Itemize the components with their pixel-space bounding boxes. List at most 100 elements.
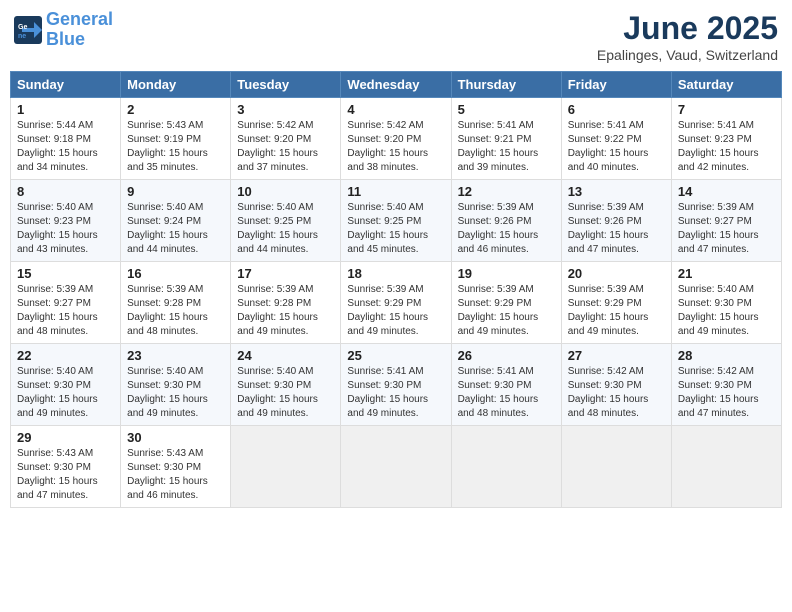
calendar-cell: 23 Sunrise: 5:40 AM Sunset: 9:30 PM Dayli… (121, 344, 231, 426)
day-number: 25 (347, 348, 444, 363)
logo: Ge ne General Blue (14, 10, 113, 50)
day-info: Sunrise: 5:39 AM Sunset: 9:26 PM Dayligh… (568, 201, 665, 257)
calendar-cell: 3Sunrise: 5:42 AM Sunset: 9:20 PM Daylig… (231, 98, 341, 180)
day-number: 10 (237, 184, 334, 199)
day-info: Sunrise: 5:41 AM Sunset: 9:22 PM Dayligh… (568, 119, 665, 175)
day-info: Sunrise: 5:42 AM Sunset: 9:20 PM Dayligh… (347, 119, 444, 175)
calendar-week-4: 22 Sunrise: 5:40 AM Sunset: 9:30 PM Dayli… (11, 344, 782, 426)
calendar-cell: 25Sunrise: 5:41 AM Sunset: 9:30 PM Dayli… (341, 344, 451, 426)
calendar-cell: 8 Sunrise: 5:40 AM Sunset: 9:23 PM Daylig… (11, 180, 121, 262)
calendar-cell: 16Sunrise: 5:39 AM Sunset: 9:28 PM Dayli… (121, 262, 231, 344)
day-number: 9 (127, 184, 224, 199)
calendar-cell (231, 426, 341, 508)
logo-text: General Blue (46, 10, 113, 50)
calendar-cell (451, 426, 561, 508)
day-info: Sunrise: 5:40 AM Sunset: 9:30 PM Dayligh… (127, 365, 224, 421)
page-header: Ge ne General Blue June 2025 Epalinges, … (10, 10, 782, 63)
svg-text:Ge: Ge (18, 24, 27, 31)
day-info: Sunrise: 5:39 AM Sunset: 9:29 PM Dayligh… (347, 283, 444, 339)
day-info: Sunrise: 5:40 AM Sunset: 9:23 PM Dayligh… (17, 201, 114, 257)
day-number: 20 (568, 266, 665, 281)
day-info: Sunrise: 5:44 AM Sunset: 9:18 PM Dayligh… (17, 119, 114, 175)
location-subtitle: Epalinges, Vaud, Switzerland (597, 47, 778, 63)
day-number: 3 (237, 102, 334, 117)
calendar-cell (671, 426, 781, 508)
weekday-header-sunday: Sunday (11, 72, 121, 98)
calendar-cell: 28Sunrise: 5:42 AM Sunset: 9:30 PM Dayli… (671, 344, 781, 426)
day-number: 21 (678, 266, 775, 281)
weekday-header-thursday: Thursday (451, 72, 561, 98)
day-number: 22 (17, 348, 114, 363)
weekday-header-friday: Friday (561, 72, 671, 98)
calendar-cell: 26Sunrise: 5:41 AM Sunset: 9:30 PM Dayli… (451, 344, 561, 426)
calendar-cell: 11Sunrise: 5:40 AM Sunset: 9:25 PM Dayli… (341, 180, 451, 262)
calendar-cell: 27 Sunrise: 5:42 AM Sunset: 9:30 PM Dayli… (561, 344, 671, 426)
weekday-header-wednesday: Wednesday (341, 72, 451, 98)
day-number: 15 (17, 266, 114, 281)
day-info: Sunrise: 5:41 AM Sunset: 9:30 PM Dayligh… (458, 365, 555, 421)
calendar-cell: 5Sunrise: 5:41 AM Sunset: 9:21 PM Daylig… (451, 98, 561, 180)
calendar-cell: 20 Sunrise: 5:39 AM Sunset: 9:29 PM Dayli… (561, 262, 671, 344)
calendar-cell: 12 Sunrise: 5:39 AM Sunset: 9:26 PM Dayli… (451, 180, 561, 262)
calendar-cell: 17 Sunrise: 5:39 AM Sunset: 9:28 PM Dayli… (231, 262, 341, 344)
day-info: Sunrise: 5:39 AM Sunset: 9:27 PM Dayligh… (17, 283, 114, 339)
title-area: June 2025 Epalinges, Vaud, Switzerland (597, 10, 778, 63)
day-info: Sunrise: 5:40 AM Sunset: 9:24 PM Dayligh… (127, 201, 224, 257)
calendar-cell: 15 Sunrise: 5:39 AM Sunset: 9:27 PM Dayli… (11, 262, 121, 344)
day-number: 6 (568, 102, 665, 117)
calendar-cell (341, 426, 451, 508)
day-info: Sunrise: 5:39 AM Sunset: 9:26 PM Dayligh… (458, 201, 555, 257)
day-info: Sunrise: 5:40 AM Sunset: 9:30 PM Dayligh… (17, 365, 114, 421)
weekday-header-saturday: Saturday (671, 72, 781, 98)
day-info: Sunrise: 5:42 AM Sunset: 9:30 PM Dayligh… (678, 365, 775, 421)
day-info: Sunrise: 5:43 AM Sunset: 9:19 PM Dayligh… (127, 119, 224, 175)
day-info: Sunrise: 5:40 AM Sunset: 9:30 PM Dayligh… (678, 283, 775, 339)
day-info: Sunrise: 5:39 AM Sunset: 9:29 PM Dayligh… (568, 283, 665, 339)
day-info: Sunrise: 5:41 AM Sunset: 9:21 PM Dayligh… (458, 119, 555, 175)
calendar-cell: 7Sunrise: 5:41 AM Sunset: 9:23 PM Daylig… (671, 98, 781, 180)
calendar-cell: 13 Sunrise: 5:39 AM Sunset: 9:26 PM Dayli… (561, 180, 671, 262)
day-number: 19 (458, 266, 555, 281)
day-info: Sunrise: 5:39 AM Sunset: 9:29 PM Dayligh… (458, 283, 555, 339)
logo-icon: Ge ne (14, 16, 42, 44)
day-info: Sunrise: 5:43 AM Sunset: 9:30 PM Dayligh… (127, 447, 224, 503)
calendar-cell: 1Sunrise: 5:44 AM Sunset: 9:18 PM Daylig… (11, 98, 121, 180)
calendar-cell: 24 Sunrise: 5:40 AM Sunset: 9:30 PM Dayli… (231, 344, 341, 426)
day-number: 12 (458, 184, 555, 199)
calendar-week-2: 8 Sunrise: 5:40 AM Sunset: 9:23 PM Daylig… (11, 180, 782, 262)
day-info: Sunrise: 5:42 AM Sunset: 9:30 PM Dayligh… (568, 365, 665, 421)
day-number: 30 (127, 430, 224, 445)
day-info: Sunrise: 5:40 AM Sunset: 9:25 PM Dayligh… (347, 201, 444, 257)
calendar-table: SundayMondayTuesdayWednesdayThursdayFrid… (10, 71, 782, 508)
day-info: Sunrise: 5:39 AM Sunset: 9:28 PM Dayligh… (127, 283, 224, 339)
day-number: 27 (568, 348, 665, 363)
day-number: 13 (568, 184, 665, 199)
calendar-cell: 9 Sunrise: 5:40 AM Sunset: 9:24 PM Daylig… (121, 180, 231, 262)
calendar-cell: 29Sunrise: 5:43 AM Sunset: 9:30 PM Dayli… (11, 426, 121, 508)
day-info: Sunrise: 5:41 AM Sunset: 9:23 PM Dayligh… (678, 119, 775, 175)
calendar-cell: 14 Sunrise: 5:39 AM Sunset: 9:27 PM Dayli… (671, 180, 781, 262)
day-number: 24 (237, 348, 334, 363)
day-number: 14 (678, 184, 775, 199)
weekday-header-tuesday: Tuesday (231, 72, 341, 98)
month-title: June 2025 (597, 10, 778, 47)
day-number: 8 (17, 184, 114, 199)
weekday-header-monday: Monday (121, 72, 231, 98)
calendar-cell (561, 426, 671, 508)
day-info: Sunrise: 5:40 AM Sunset: 9:30 PM Dayligh… (237, 365, 334, 421)
day-info: Sunrise: 5:39 AM Sunset: 9:28 PM Dayligh… (237, 283, 334, 339)
day-number: 18 (347, 266, 444, 281)
day-info: Sunrise: 5:39 AM Sunset: 9:27 PM Dayligh… (678, 201, 775, 257)
day-number: 17 (237, 266, 334, 281)
day-number: 23 (127, 348, 224, 363)
calendar-week-1: 1Sunrise: 5:44 AM Sunset: 9:18 PM Daylig… (11, 98, 782, 180)
logo-blue: Blue (46, 29, 85, 49)
calendar-cell: 22 Sunrise: 5:40 AM Sunset: 9:30 PM Dayli… (11, 344, 121, 426)
svg-text:ne: ne (18, 33, 26, 40)
calendar-week-5: 29Sunrise: 5:43 AM Sunset: 9:30 PM Dayli… (11, 426, 782, 508)
day-number: 2 (127, 102, 224, 117)
calendar-cell: 4Sunrise: 5:42 AM Sunset: 9:20 PM Daylig… (341, 98, 451, 180)
day-info: Sunrise: 5:40 AM Sunset: 9:25 PM Dayligh… (237, 201, 334, 257)
calendar-cell: 18 Sunrise: 5:39 AM Sunset: 9:29 PM Dayli… (341, 262, 451, 344)
calendar-cell: 10 Sunrise: 5:40 AM Sunset: 9:25 PM Dayli… (231, 180, 341, 262)
